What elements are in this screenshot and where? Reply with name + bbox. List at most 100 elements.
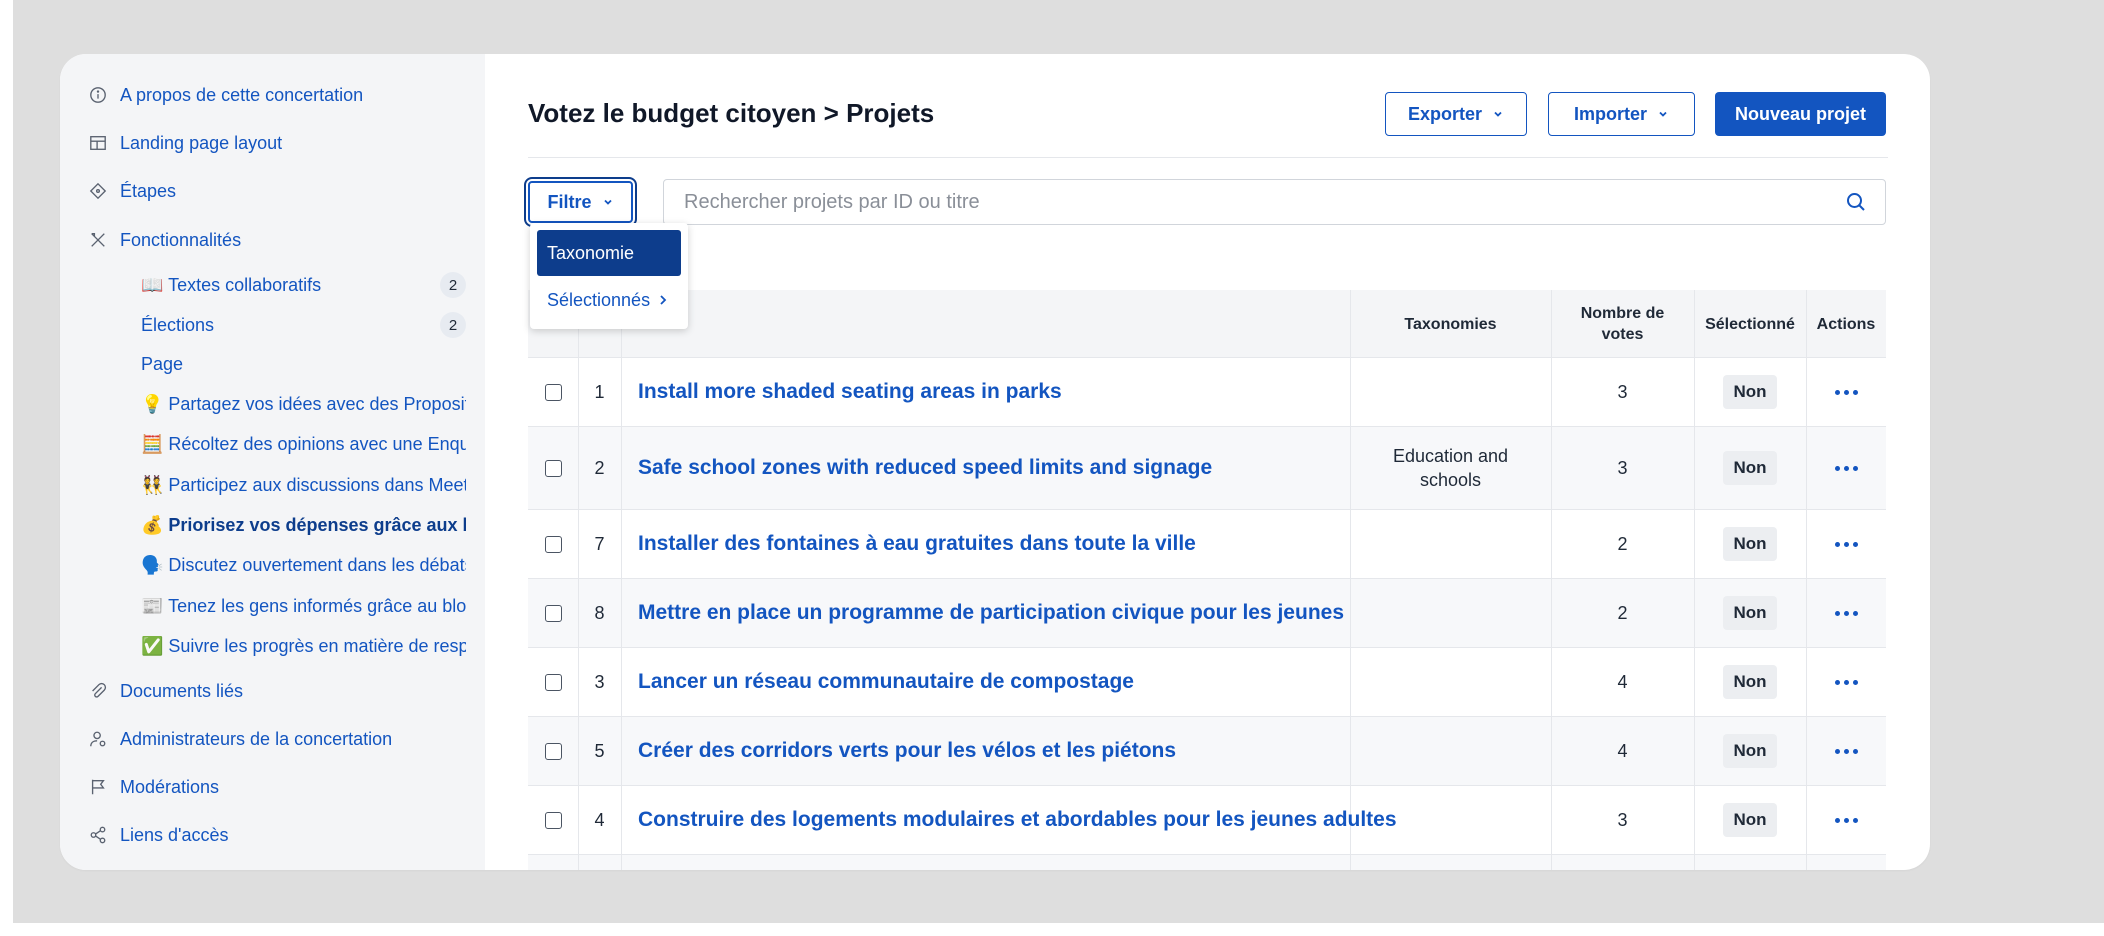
admin-card: A propos de cette concertation Landing p…	[60, 54, 1930, 870]
menu-item-selected[interactable]: Sélectionnés	[547, 285, 668, 315]
tools-icon	[88, 230, 108, 250]
sidebar-subitem-budgets[interactable]: 💰 Priorisez vos dépenses grâce aux bud	[141, 511, 466, 539]
flag-icon	[88, 777, 108, 797]
row-checkbox[interactable]	[544, 811, 562, 829]
sidebar-item-label: A propos de cette concertation	[120, 84, 364, 105]
row-checkbox[interactable]	[544, 742, 562, 760]
header-taxonomies: Taxonomies	[1404, 315, 1497, 333]
filter-button[interactable]: Filtre	[528, 181, 633, 223]
sidebar-item-admins[interactable]: Administrateurs de la concertation	[88, 724, 392, 754]
row-checkbox[interactable]	[544, 673, 562, 691]
project-title-link[interactable]: Safe school zones with reduced speed lim…	[638, 456, 1212, 480]
row-id: 5	[594, 740, 605, 761]
header-divider	[528, 157, 1888, 158]
user-settings-icon	[88, 729, 108, 749]
project-title-link[interactable]: Mettre en place un programme de particip…	[638, 601, 1344, 625]
table-row[interactable]: 5 Créer des corridors verts pour les vél…	[528, 717, 1886, 786]
project-title-link[interactable]: Install more shaded seating areas in par…	[638, 380, 1062, 404]
menu-item-taxonomy[interactable]: Taxonomie	[537, 230, 681, 276]
sidebar-item-moderations[interactable]: Modérations	[88, 772, 219, 802]
row-id: 3	[594, 671, 605, 692]
more-actions-icon[interactable]	[1834, 610, 1858, 616]
selected-badge: Non	[1723, 803, 1777, 837]
row-id: 7	[594, 533, 605, 554]
search-box	[663, 179, 1886, 225]
taxonomy-value: Education and schools	[1392, 446, 1509, 490]
import-button[interactable]: Importer	[1548, 92, 1695, 136]
more-actions-icon[interactable]	[1834, 389, 1858, 395]
more-actions-icon[interactable]	[1834, 465, 1858, 471]
row-id: 4	[594, 809, 605, 830]
table-row[interactable]: 4 Construire des logements modulaires et…	[528, 786, 1886, 855]
diamond-icon	[88, 181, 108, 201]
table-row[interactable]: 3 Lancer un réseau communautaire de comp…	[528, 648, 1886, 717]
row-checkbox[interactable]	[544, 535, 562, 553]
search-input[interactable]	[684, 190, 1845, 214]
info-icon	[88, 85, 108, 105]
table-row-partial	[528, 855, 1886, 870]
votes-count: 2	[1617, 533, 1628, 554]
sidebar-subitem-ideas[interactable]: 💡 Partagez vos idées avec des Propositic	[141, 390, 466, 418]
sidebar-item-steps[interactable]: Étapes	[88, 176, 176, 206]
more-actions-icon[interactable]	[1834, 679, 1858, 685]
table-row[interactable]: 1 Install more shaded seating areas in p…	[528, 358, 1886, 427]
sidebar-subitem-survey[interactable]: 🧮 Récoltez des opinions avec une Enquê	[141, 430, 466, 458]
project-title-link[interactable]: Créer des corridors verts pour les vélos…	[638, 739, 1176, 763]
votes-count: 3	[1617, 381, 1628, 402]
search-icon[interactable]	[1845, 191, 1867, 213]
row-checkbox[interactable]	[544, 459, 562, 477]
row-id: 1	[594, 381, 605, 402]
selected-badge: Non	[1723, 665, 1777, 699]
sidebar-item-label: Liens d'accès	[120, 824, 229, 845]
votes-count: 3	[1617, 457, 1628, 478]
sidebar-item-label: Étapes	[120, 180, 177, 201]
sidebar-subitem-page[interactable]: Page	[141, 350, 466, 378]
table-row[interactable]: 8 Mettre en place un programme de partic…	[528, 579, 1886, 648]
new-project-button[interactable]: Nouveau projet	[1715, 92, 1886, 136]
project-title-link[interactable]: Construire des logements modulaires et a…	[638, 808, 1397, 832]
table-row[interactable]: 2 Safe school zones with reduced speed l…	[528, 427, 1886, 510]
row-checkbox[interactable]	[544, 604, 562, 622]
sidebar-item-about[interactable]: A propos de cette concertation	[88, 80, 363, 110]
sidebar-item-label: Landing page layout	[120, 132, 283, 153]
sidebar-item-label: Fonctionnalités	[120, 229, 242, 250]
row-checkbox[interactable]	[544, 383, 562, 401]
project-title-link[interactable]: Lancer un réseau communautaire de compos…	[638, 670, 1134, 694]
sidebar-subitem-debates[interactable]: 🗣️ Discutez ouvertement dans les débats	[141, 551, 466, 579]
layout-icon	[88, 133, 108, 153]
sidebar-item-label: Modérations	[120, 776, 220, 797]
selected-badge: Non	[1723, 375, 1777, 409]
chevron-down-icon	[603, 199, 612, 205]
more-actions-icon[interactable]	[1834, 541, 1858, 547]
paperclip-icon	[88, 681, 108, 701]
table-row[interactable]: 7 Installer des fontaines à eau gratuite…	[528, 510, 1886, 579]
sidebar-subitem-blog[interactable]: 📰 Tenez les gens informés grâce au blog	[141, 592, 466, 620]
sidebar-item-access-links[interactable]: Liens d'accès	[88, 820, 229, 850]
project-title-link[interactable]: Installer des fontaines à eau gratuites …	[638, 532, 1196, 556]
export-button[interactable]: Exporter	[1385, 92, 1527, 136]
votes-count: 2	[1617, 602, 1628, 623]
sidebar-subitem-accountability[interactable]: ✅ Suivre les progrès en matière de respo	[141, 632, 466, 660]
share-icon	[88, 825, 108, 845]
count-badge: 2	[440, 272, 466, 298]
filter-dropdown-menu: Taxonomie Sélectionnés	[530, 223, 688, 329]
sidebar-subitem-collaborative-texts[interactable]: 📖 Textes collaboratifs 2	[141, 271, 466, 299]
selected-badge: Non	[1723, 451, 1777, 485]
row-id: 2	[594, 457, 605, 478]
more-actions-icon[interactable]	[1834, 748, 1858, 754]
sidebar-item-documents[interactable]: Documents liés	[88, 676, 243, 706]
sidebar-item-features[interactable]: Fonctionnalités	[88, 225, 241, 255]
table-header: Taxonomies Nombre de votes Sélectionné A…	[528, 290, 1886, 358]
votes-count: 4	[1617, 740, 1628, 761]
sidebar-subitem-meetings[interactable]: 👯 Participez aux discussions dans Meetir	[141, 471, 466, 499]
main-content: Votez le budget citoyen > Projets Export…	[485, 54, 1930, 870]
sidebar-item-label: Administrateurs de la concertation	[120, 728, 393, 749]
sidebar-item-landing-layout[interactable]: Landing page layout	[88, 128, 282, 158]
header-selected: Sélectionné	[1705, 315, 1795, 333]
more-actions-icon[interactable]	[1834, 817, 1858, 823]
votes-count: 3	[1617, 809, 1628, 830]
sidebar-subitem-elections[interactable]: Élections 2	[141, 311, 466, 339]
page-title: Votez le budget citoyen > Projets	[528, 98, 935, 128]
row-id: 8	[594, 602, 605, 623]
chevron-down-icon	[1659, 111, 1667, 117]
